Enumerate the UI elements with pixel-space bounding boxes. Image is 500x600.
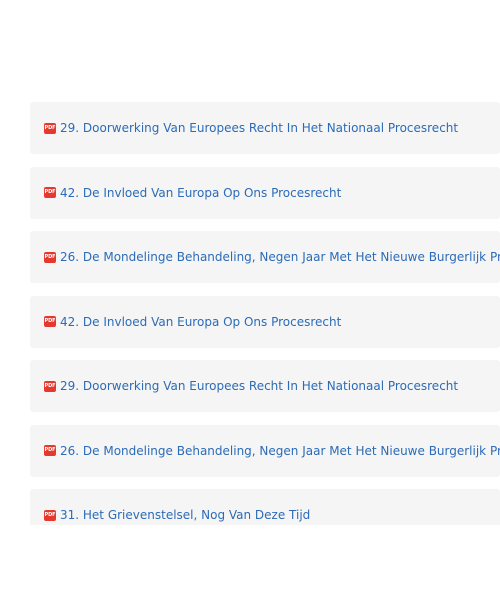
document-list-item[interactable]: PDF 31. Het Grievenstelsel, Nog Van Deze…: [30, 489, 500, 525]
document-list-item[interactable]: PDF 26. De Mondelinge Behandeling, Negen…: [30, 231, 500, 283]
document-list-viewport: PDF 29. Doorwerking Van Europees Recht I…: [0, 0, 500, 525]
document-link[interactable]: 29. Doorwerking Van Europees Recht In He…: [60, 122, 458, 134]
pdf-icon: PDF: [44, 380, 56, 392]
document-list-item[interactable]: PDF 42. De Invloed Van Europa Op Ons Pro…: [30, 295, 500, 348]
document-link[interactable]: 26. De Mondelinge Behandeling, Negen Jaa…: [60, 251, 500, 263]
pdf-icon: PDF: [44, 509, 56, 521]
document-list-item[interactable]: PDF 26. De Mondelinge Behandeling, Negen…: [30, 424, 500, 477]
pdf-icon: PDF: [44, 122, 56, 134]
pdf-icon: PDF: [44, 445, 56, 456]
document-list-item[interactable]: PDF 29. Doorwerking Van Europees Recht I…: [30, 360, 500, 412]
document-page: PDF 29. Doorwerking Van Europees Recht I…: [0, 0, 500, 600]
document-link[interactable]: 29. Doorwerking Van Europees Recht In He…: [60, 380, 458, 392]
document-link[interactable]: 26. De Mondelinge Behandeling, Negen Jaa…: [60, 445, 500, 457]
document-list-item[interactable]: PDF 42. De Invloed Van Europa Op Ons Pro…: [30, 166, 500, 219]
pdf-icon: PDF: [44, 187, 56, 198]
document-list-item[interactable]: PDF 29. Doorwerking Van Europees Recht I…: [30, 102, 500, 154]
document-list: PDF 29. Doorwerking Van Europees Recht I…: [30, 102, 500, 525]
pdf-icon: PDF: [44, 251, 56, 263]
document-link[interactable]: 42. De Invloed Van Europa Op Ons Procesr…: [60, 316, 341, 328]
document-link[interactable]: 42. De Invloed Van Europa Op Ons Procesr…: [60, 187, 341, 199]
pdf-icon: PDF: [44, 316, 56, 327]
document-link[interactable]: 31. Het Grievenstelsel, Nog Van Deze Tij…: [60, 509, 310, 521]
